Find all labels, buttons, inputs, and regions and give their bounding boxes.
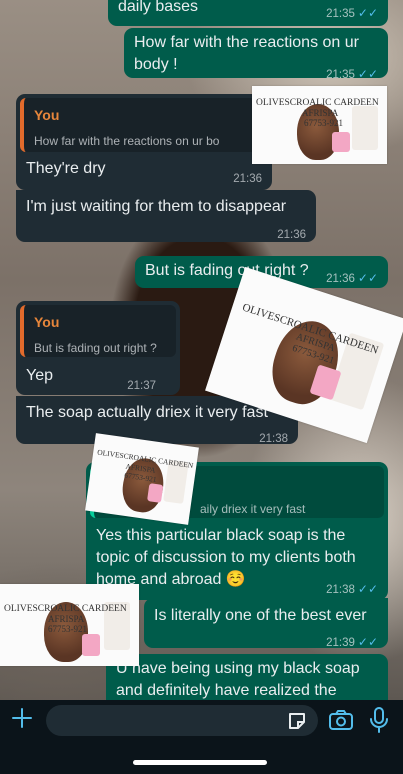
message-time: 21:39 ✓✓ [326, 635, 378, 649]
message-outgoing[interactable]: daily bases 21:35 ✓✓ [108, 0, 388, 26]
camera-icon[interactable] [328, 708, 354, 732]
message-text: daily bases [118, 0, 199, 15]
quoted-text: But is fading out right ? [34, 341, 157, 355]
message-text: They're dry [26, 160, 106, 177]
home-indicator[interactable] [133, 760, 267, 765]
message-time: 21:38 [259, 433, 288, 445]
message-time: 21:35 ✓✓ [326, 67, 378, 81]
message-time: 21:37 [127, 380, 156, 392]
double-check-icon: ✓✓ [357, 582, 378, 596]
watermark-logo: OLIVESCROALIC CARDEEN AFRISPA 67753-921 [252, 86, 387, 164]
message-time: 21:36 [233, 173, 262, 185]
watermark-logo: OLIVESCROALIC CARDEEN AFRISPA 67753-921 [85, 433, 199, 525]
message-text: Is literally one of the best ever [154, 607, 367, 624]
quoted-text: How far with the reactions on ur bo [34, 134, 220, 148]
chat-wallpaper: daily bases 21:35 ✓✓ How far with the rea… [0, 0, 403, 700]
plus-icon[interactable] [10, 706, 34, 730]
sticker-icon[interactable] [286, 710, 308, 732]
watermark-logo: OLIVESCROALIC CARDEEN AFRISPA 67753-921 [0, 584, 139, 666]
double-check-icon: ✓✓ [357, 6, 378, 20]
quoted-message[interactable]: You But is fading out right ? [20, 305, 176, 357]
quoted-author: You [34, 107, 60, 123]
double-check-icon: ✓✓ [357, 67, 378, 81]
message-outgoing[interactable]: How far with the reactions on ur body ! … [124, 28, 388, 81]
double-check-icon: ✓✓ [357, 635, 378, 649]
message-incoming[interactable]: You How far with the reactions on ur bo … [16, 94, 272, 190]
message-time: 21:36 [277, 229, 306, 241]
message-outgoing[interactable]: U have being using my black soap and def… [106, 654, 388, 700]
message-text: The soap actually driex it very fast [26, 404, 268, 421]
message-text: I'm just waiting for them to disappear [26, 198, 287, 215]
quoted-author: You [34, 314, 60, 330]
message-time: 21:36 ✓✓ [326, 271, 378, 285]
message-input[interactable] [46, 705, 318, 736]
message-text: Yep [26, 367, 53, 384]
message-incoming[interactable]: You But is fading out right ? Yep 21:37 [16, 301, 180, 395]
quoted-message[interactable]: You How far with the reactions on ur bo [20, 98, 268, 152]
mic-icon[interactable] [368, 706, 390, 734]
message-incoming[interactable]: I'm just waiting for them to disappear 2… [16, 190, 316, 242]
message-time: 21:35 ✓✓ [326, 6, 378, 20]
message-text: U have being using my black soap and def… [116, 660, 360, 699]
double-check-icon: ✓✓ [357, 271, 378, 285]
message-outgoing[interactable]: Is literally one of the best ever 21:39 ✓… [144, 598, 388, 649]
